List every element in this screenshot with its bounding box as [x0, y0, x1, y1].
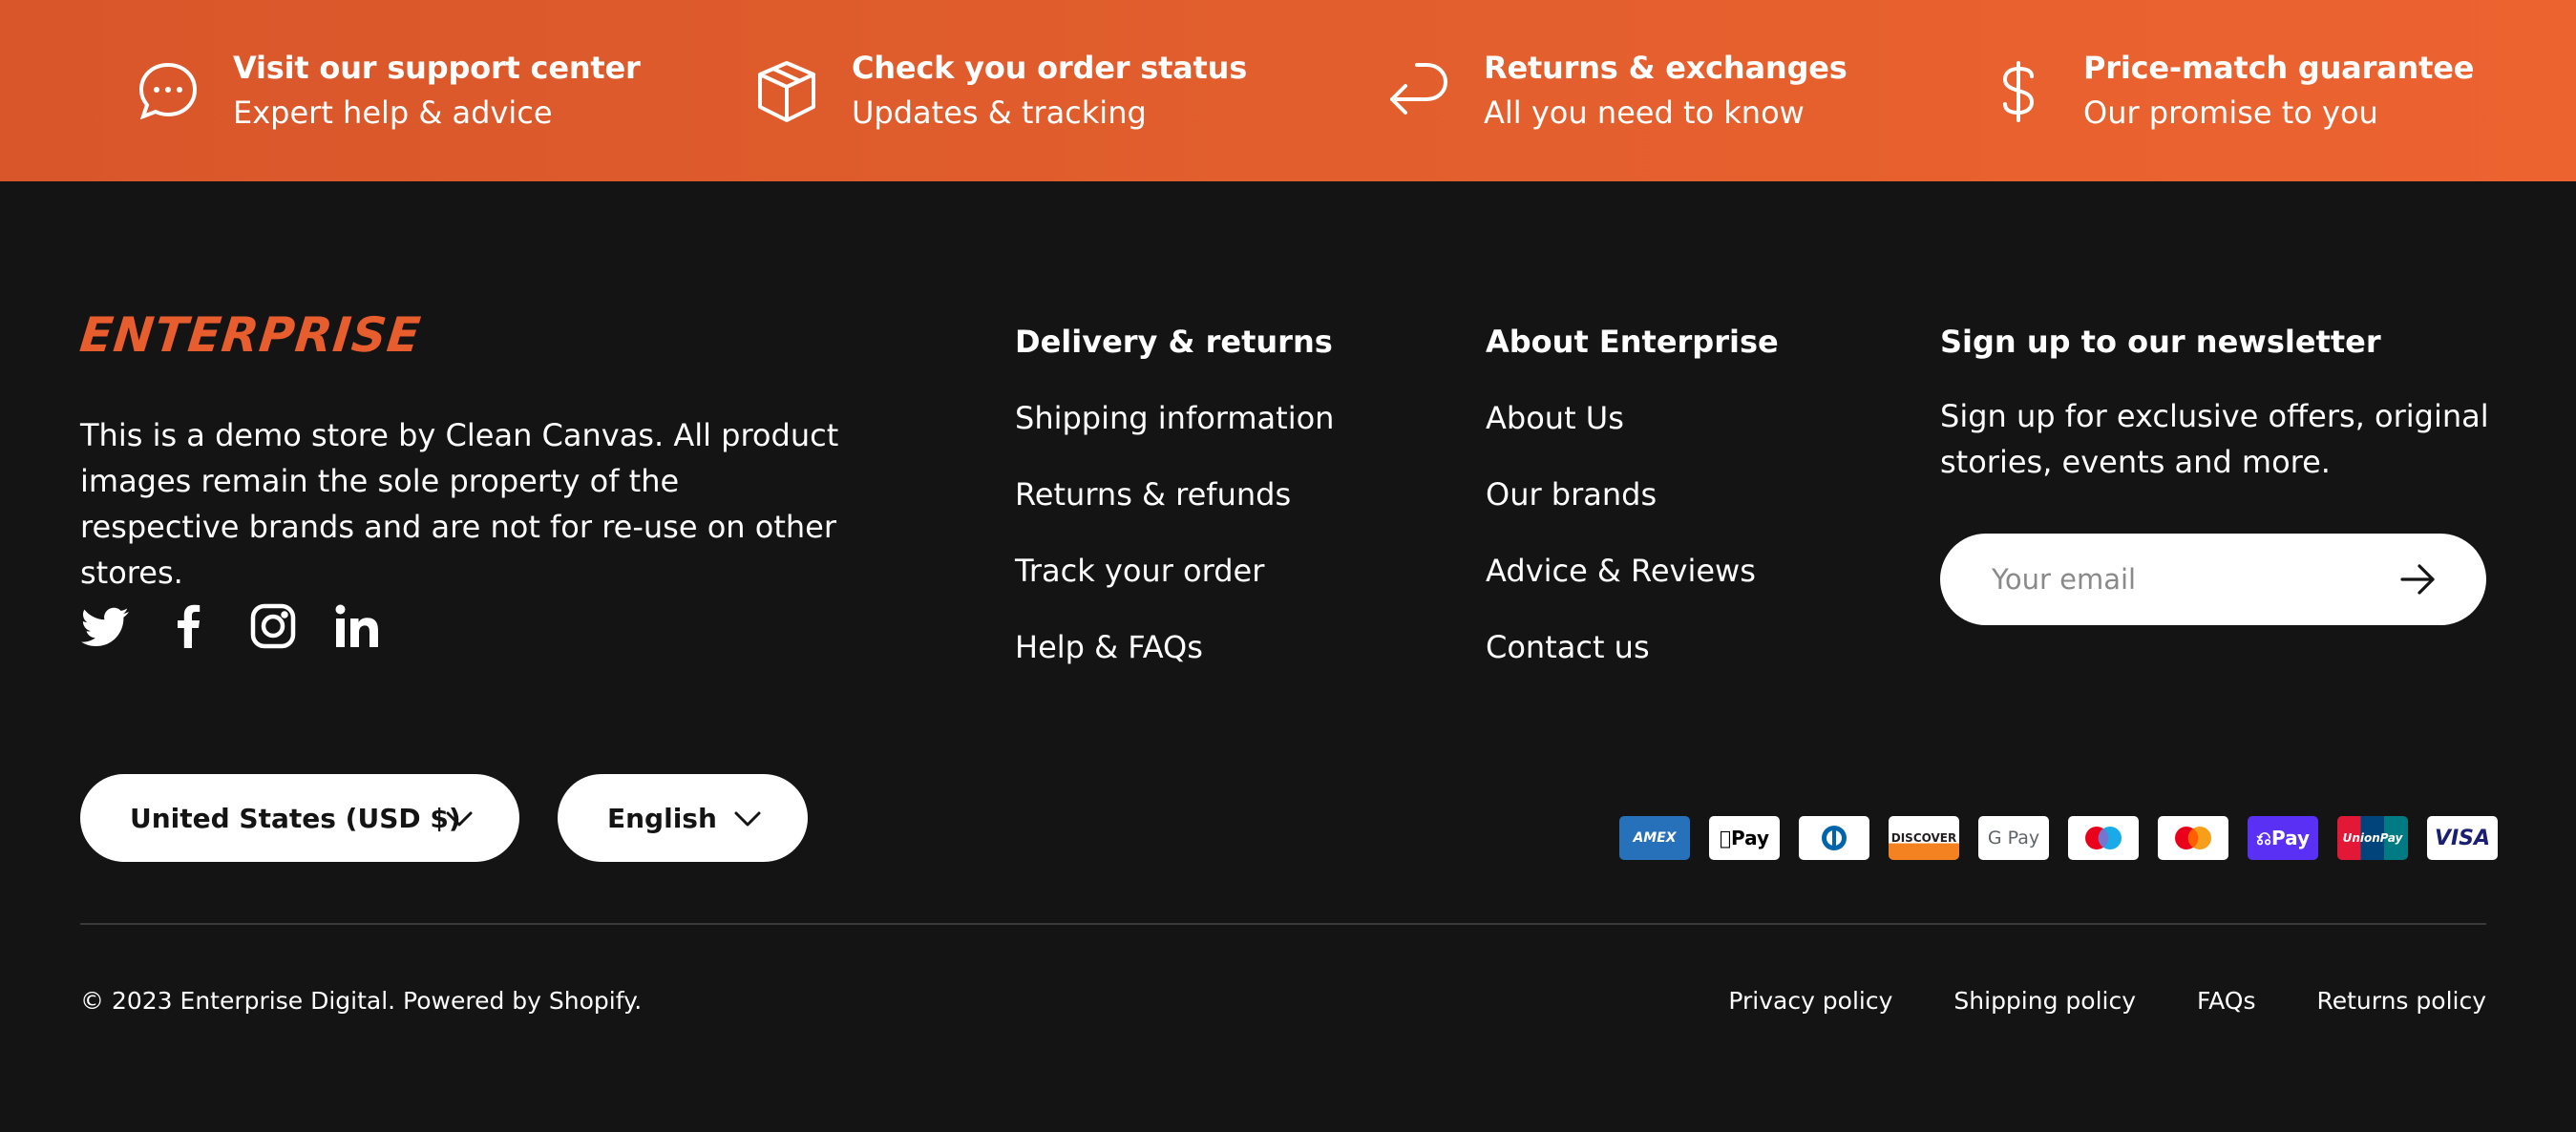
footer-link[interactable]: Shipping information: [1015, 397, 1334, 439]
email-input[interactable]: [1992, 563, 2374, 596]
faqs-link[interactable]: FAQs: [2197, 987, 2255, 1015]
footer-link[interactable]: Advice & Reviews: [1486, 550, 1779, 592]
feature-order-status[interactable]: Check you order status Updates & trackin…: [749, 46, 1247, 136]
language-selector[interactable]: English: [558, 774, 808, 862]
return-arrow-icon: [1381, 53, 1457, 130]
mastercard-icon: [2158, 816, 2228, 860]
apple-pay-label: Pay: [1724, 827, 1769, 849]
language-value: English: [607, 802, 717, 834]
shipping-policy-link[interactable]: Shipping policy: [1953, 987, 2136, 1015]
store-description: This is a demo store by Clean Canvas. Al…: [80, 417, 839, 591]
feature-subtitle: All you need to know: [1484, 94, 1805, 131]
shop-pay-icon: ⎌ Pay: [2248, 816, 2318, 860]
facebook-icon[interactable]: [164, 601, 214, 651]
policy-links: Privacy policy Shipping policy FAQs Retu…: [1667, 987, 2486, 1015]
twitter-icon[interactable]: [80, 601, 130, 651]
visa-icon: VISA: [2427, 816, 2498, 860]
amex-icon: AMEX: [1619, 816, 1690, 860]
footer-divider: [80, 923, 2486, 925]
linkedin-icon[interactable]: [332, 601, 382, 651]
footer-link[interactable]: Our brands: [1486, 473, 1779, 515]
delivery-returns-column: Delivery & returns Shipping information …: [1015, 321, 1334, 702]
column-heading: Sign up to our newsletter: [1940, 324, 2381, 360]
feature-title: Price-match guarantee: [2083, 50, 2475, 86]
newsletter-column: Sign up to our newsletter Sign up for ex…: [1940, 321, 2532, 485]
box-icon: [749, 53, 825, 130]
feature-returns[interactable]: Returns & exchanges All you need to know: [1381, 46, 1848, 136]
payment-methods: AMEX Pay DISCOVER G Pay ⎌Pay UnionPay V…: [1619, 816, 2517, 860]
footer-link[interactable]: Returns & refunds: [1015, 473, 1334, 515]
about-enterprise-column: About Enterprise About Us Our brands Adv…: [1486, 321, 1779, 702]
chevron-down-icon: [734, 811, 761, 827]
feature-title: Visit our support center: [233, 50, 641, 86]
instagram-icon[interactable]: [248, 601, 298, 651]
country-value: United States (USD $): [130, 802, 461, 834]
feature-support[interactable]: Visit our support center Expert help & a…: [130, 46, 641, 136]
newsletter-form: [1940, 534, 2486, 625]
feature-title: Check you order status: [852, 50, 1248, 86]
social-links: [80, 601, 416, 651]
feature-title: Returns & exchanges: [1484, 50, 1848, 86]
service-banner: Visit our support center Expert help & a…: [0, 0, 2576, 181]
unionpay-icon: UnionPay: [2337, 816, 2408, 860]
discover-icon: DISCOVER: [1889, 816, 1959, 860]
enterprise-logo[interactable]: ENTERPRISE: [77, 307, 424, 363]
feature-subtitle: Our promise to you: [2083, 94, 2378, 131]
diners-club-icon: [1799, 816, 1869, 860]
arrow-right-icon[interactable]: [2398, 560, 2437, 598]
chat-bubble-icon: [130, 53, 206, 130]
shop-pay-label: Pay: [2270, 827, 2311, 849]
column-heading: Delivery & returns: [1015, 324, 1333, 360]
returns-policy-link[interactable]: Returns policy: [2316, 987, 2486, 1015]
newsletter-description: Sign up for exclusive offers, original s…: [1940, 398, 2489, 480]
footer-link[interactable]: Contact us: [1486, 626, 1779, 668]
maestro-icon: [2068, 816, 2139, 860]
footer-link[interactable]: About Us: [1486, 397, 1779, 439]
footer-link[interactable]: Track your order: [1015, 550, 1334, 592]
column-heading: About Enterprise: [1486, 324, 1779, 360]
copyright-text: © 2023 Enterprise Digital. Powered by Sh…: [80, 987, 643, 1015]
google-pay-icon: G Pay: [1978, 816, 2049, 860]
country-selector[interactable]: United States (USD $): [80, 774, 519, 862]
chevron-down-icon: [446, 811, 473, 827]
footer-link[interactable]: Help & FAQs: [1015, 626, 1334, 668]
privacy-policy-link[interactable]: Privacy policy: [1728, 987, 1892, 1015]
feature-subtitle: Updates & tracking: [852, 94, 1147, 131]
apple-pay-icon: Pay: [1709, 816, 1780, 860]
dollar-icon: [1980, 53, 2057, 130]
feature-subtitle: Expert help & advice: [233, 94, 553, 131]
feature-price-match[interactable]: Price-match guarantee Our promise to you: [1980, 46, 2474, 136]
